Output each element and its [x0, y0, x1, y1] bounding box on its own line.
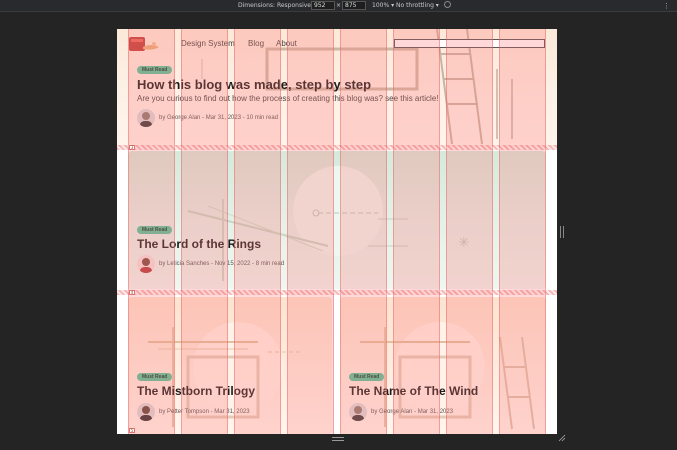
- must-read-badge: Must Read: [349, 373, 385, 381]
- post-byline: by George Alan - Mar 31, 2023: [371, 409, 454, 415]
- author-avatar: [137, 109, 155, 127]
- must-read-badge: Must Read: [137, 373, 173, 381]
- nav-design-system[interactable]: Design System: [181, 39, 235, 48]
- post-byline: by Leticia Sanches - Nov 15, 2022 - 8 mi…: [159, 261, 285, 267]
- page-viewport: Must Read How this blog was made, step b…: [117, 29, 557, 434]
- post-card-name-of-the-wind[interactable]: Must Read The Name of The Wind by George…: [340, 297, 546, 434]
- post-card-mistborn[interactable]: Must Read The Mistborn Trilogy by Petter…: [128, 297, 332, 434]
- author-avatar: [349, 403, 367, 421]
- grid-row-gap: [117, 290, 557, 295]
- crane-illustration: ✳: [187, 166, 470, 281]
- grid-row-tag: 4: [129, 290, 135, 295]
- height-input[interactable]: 875: [342, 1, 366, 10]
- resize-handle-right[interactable]: [560, 226, 564, 238]
- throttling-dropdown[interactable]: No throttling ▾: [396, 2, 439, 10]
- throttling-label: No throttling: [396, 2, 434, 9]
- times-sign: ×: [336, 2, 342, 9]
- post-title[interactable]: The Lord of the Rings: [137, 237, 261, 251]
- post-excerpt: Are you curious to find out how the proc…: [137, 94, 439, 103]
- post-byline: by Petter Tompson - Mar 31, 2023: [159, 409, 250, 415]
- dimensions-label: Dimensions: Responsive: [238, 2, 311, 9]
- post-title[interactable]: The Name of The Wind: [349, 384, 478, 398]
- search-input[interactable]: [394, 39, 545, 48]
- width-input[interactable]: 952: [311, 1, 335, 10]
- svg-text:✳: ✳: [458, 235, 470, 251]
- nav-about[interactable]: About: [276, 39, 297, 48]
- author-avatar: [137, 403, 155, 421]
- resize-corner-icon[interactable]: [558, 434, 566, 442]
- post-card-lotr[interactable]: ✳ Must Read The Lord of the Rings by Let…: [128, 151, 546, 289]
- dimensions-dropdown[interactable]: Dimensions: Responsive ▾: [238, 2, 316, 10]
- post-byline: by George Alan - Mar 31, 2023 - 10 min r…: [159, 115, 279, 121]
- zoom-dropdown[interactable]: 100% ▾: [372, 2, 394, 10]
- zoom-label: 100%: [372, 2, 390, 9]
- post-title[interactable]: The Mistborn Trilogy: [137, 384, 255, 398]
- devtools-toolbar: Dimensions: Responsive ▾ 952 × 875 100% …: [0, 0, 677, 12]
- more-options-icon[interactable]: ⋮: [663, 2, 670, 10]
- must-read-badge: Must Read: [137, 66, 173, 74]
- must-read-badge: Must Read: [137, 226, 173, 234]
- site-header: Design System Blog About: [117, 29, 557, 59]
- rotate-icon[interactable]: [444, 1, 451, 8]
- logo-icon[interactable]: [127, 33, 161, 55]
- author-avatar: [137, 255, 155, 273]
- post-title[interactable]: How this blog was made, step by step: [137, 77, 371, 92]
- nav-blog[interactable]: Blog: [248, 39, 264, 48]
- resize-handle-bottom[interactable]: [332, 437, 344, 441]
